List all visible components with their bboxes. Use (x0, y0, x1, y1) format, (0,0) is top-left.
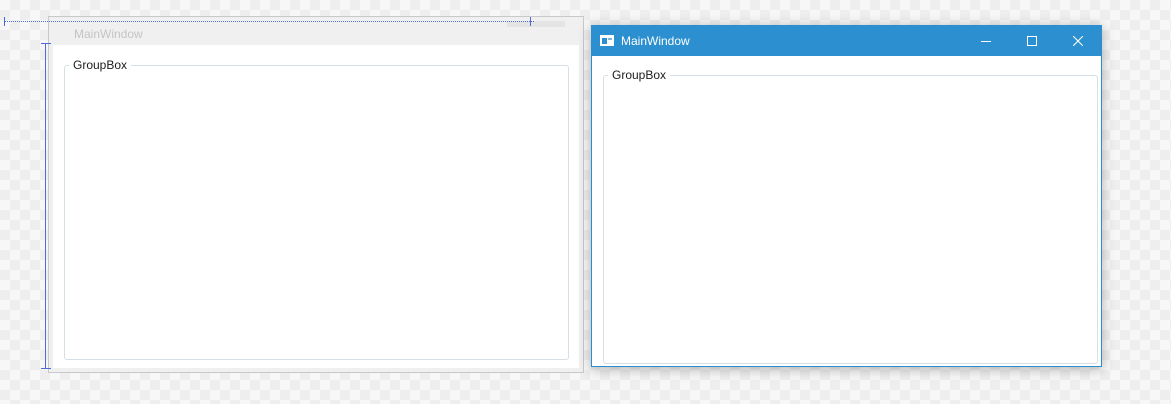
designer-horizontal-guide (4, 21, 534, 22)
runtime-titlebar[interactable]: MainWindow (592, 26, 1101, 56)
runtime-groupbox[interactable]: GroupBox (603, 68, 1098, 364)
minimize-button[interactable] (963, 26, 1009, 56)
designer-groupbox[interactable]: GroupBox (64, 58, 569, 360)
designer-vertical-guide-start (41, 43, 51, 44)
runtime-groupbox-header: GroupBox (608, 68, 671, 82)
maximize-button[interactable] (1009, 26, 1055, 56)
designer-content-area[interactable]: GroupBox (53, 45, 579, 368)
runtime-main-window[interactable]: MainWindow GroupBox (591, 25, 1102, 367)
designer-window-preview[interactable]: MainWindow GroupBox (48, 16, 584, 373)
designer-horizontal-guide-end (530, 17, 531, 26)
close-icon (1073, 36, 1083, 46)
designer-window-title: MainWindow (74, 27, 143, 41)
window-app-icon[interactable] (600, 35, 614, 46)
designer-vertical-guide (45, 44, 46, 369)
close-button[interactable] (1055, 26, 1101, 56)
designer-horizontal-guide-start (4, 17, 5, 26)
runtime-window-title: MainWindow (621, 34, 690, 48)
designer-vertical-guide-end (41, 368, 51, 369)
maximize-icon (1027, 36, 1037, 46)
designer-groupbox-header: GroupBox (69, 58, 132, 72)
minimize-icon (981, 41, 991, 42)
